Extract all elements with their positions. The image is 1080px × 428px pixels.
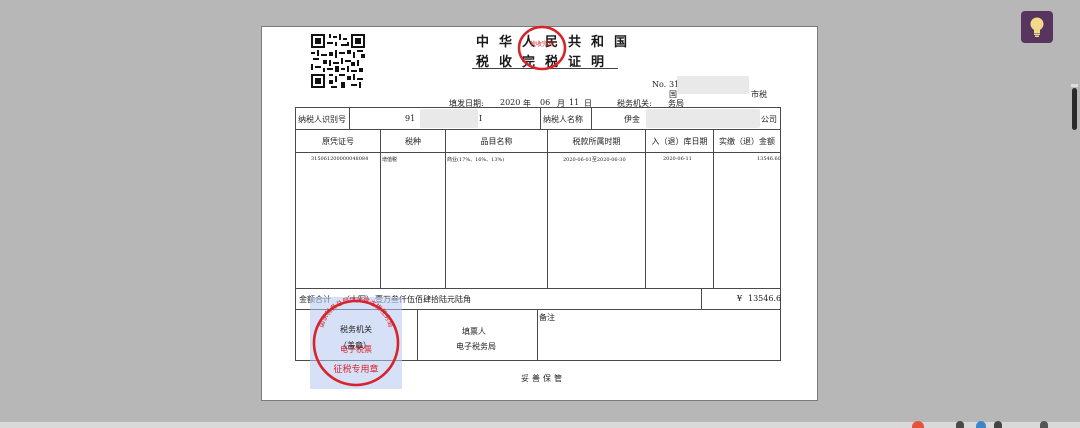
header-tax-type: 税种	[405, 137, 421, 146]
header-original-voucher: 原凭证号	[322, 137, 354, 146]
header-tax-period: 税款所属时期	[572, 137, 621, 146]
row-tax-type: 增值税	[382, 157, 398, 163]
taxpayer-name-prefix: 伊金	[624, 115, 640, 124]
toolbar-end-icon[interactable]	[1040, 421, 1048, 428]
table-row-border-3	[295, 288, 781, 289]
scrollbar-cap	[1071, 84, 1078, 87]
remark-label: 备注	[539, 313, 555, 322]
header-item-name: 品目名称	[480, 137, 513, 146]
col-sep-3	[547, 129, 548, 288]
toolbar-blue-icon[interactable]	[976, 421, 986, 428]
col-sep-5	[713, 129, 714, 288]
taxpayer-id-suffix: I	[479, 114, 483, 123]
row-tax-period: 2020-06-01至2020-06-30	[563, 157, 626, 163]
toolbar-dark-icon[interactable]	[956, 421, 964, 428]
qr-code	[311, 34, 365, 88]
taxpayer-sep-3	[591, 107, 592, 129]
total-sep	[701, 288, 702, 309]
row-item-name: 商业(17%、16%、13%)	[447, 157, 505, 163]
lightbulb-icon	[1030, 17, 1044, 37]
redacted-taxpayer-name	[646, 109, 760, 128]
col-sep-4	[645, 129, 646, 288]
table-row-border-2	[295, 152, 781, 153]
toolbar-gray-icon[interactable]	[994, 421, 1002, 428]
footer-sep-1	[417, 309, 418, 360]
header-storage-date: 入（退）库日期	[651, 137, 708, 146]
taxpayer-sep-1	[349, 107, 350, 129]
filler-label: 填票人	[462, 327, 486, 336]
taxpayer-sep-2	[540, 107, 541, 129]
total-amount: 13546.6	[748, 294, 782, 303]
tax-authority-seal-label: 税务机关	[340, 325, 372, 334]
scrollbar-thumb[interactable]	[1072, 88, 1077, 130]
header-amount-paid: 实缴（退）金额	[719, 137, 775, 146]
tax-authority-seal-note: （盖章）	[339, 341, 371, 350]
footer-sep-2	[537, 309, 538, 360]
row-storage-date: 2020-06-11	[663, 156, 692, 162]
bottom-toolbar-icons	[912, 421, 1062, 428]
table-row-border-1	[295, 129, 781, 130]
taxpayer-id-label: 纳税人识别号	[298, 115, 346, 124]
fill-day: 11	[569, 98, 580, 107]
filler-value: 电子税务局	[456, 342, 496, 351]
idea-button[interactable]	[1021, 11, 1053, 43]
redacted-number	[677, 76, 749, 94]
tax-office-suffix: 市税	[751, 90, 767, 99]
top-seal-text: 税收完税	[530, 40, 554, 48]
top-seal-stamp: 税收完税	[517, 25, 567, 71]
keep-safe-note: 妥善保管	[521, 374, 565, 383]
row-amount: 13546.60	[757, 156, 781, 162]
table-right-border	[780, 107, 781, 361]
fill-month: 06	[540, 98, 551, 107]
row-voucher-number: 315061200000048084	[311, 156, 369, 162]
vertical-scrollbar[interactable]	[1071, 84, 1078, 132]
taxpayer-id-value: 91	[405, 114, 416, 123]
taxpayer-name-suffix: 公司	[761, 115, 777, 124]
total-currency-symbol: ¥	[737, 294, 743, 303]
number-label: No.	[652, 80, 667, 89]
taxpayer-name-label: 纳税人名称	[543, 115, 583, 124]
seal-inner-text-2: 征税专用章	[333, 363, 378, 375]
table-top-border	[295, 107, 781, 108]
col-sep-1	[380, 129, 381, 288]
toolbar-orange-icon[interactable]	[912, 421, 924, 428]
fill-year: 2020	[500, 98, 521, 107]
redacted-taxpayer-id	[420, 109, 478, 128]
col-sep-2	[445, 129, 446, 288]
